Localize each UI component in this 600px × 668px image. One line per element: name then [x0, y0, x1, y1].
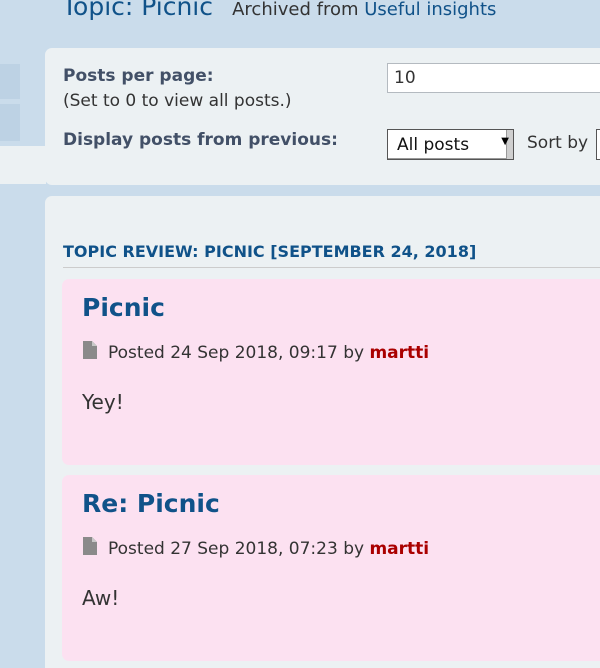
post-meta: Posted 24 Sep 2018, 09:17 by martti — [82, 340, 429, 363]
post: Re: Picnic Posted 27 Sep 2018, 07:23 by … — [62, 475, 600, 661]
archived-from: Archived from Useful insights — [232, 0, 496, 20]
post-body: Yey! — [82, 390, 124, 414]
post-meta: Posted 27 Sep 2018, 07:23 by martti — [82, 536, 429, 559]
display-from-selected-value: All posts — [397, 135, 470, 155]
topic-review-panel: TOPIC REVIEW: PICNIC [SEPTEMBER 24, 2018… — [45, 196, 600, 668]
page: Topic: Picnic Archived from Useful insig… — [0, 0, 600, 668]
posts-per-page-note: (Set to 0 to view all posts.) — [63, 91, 292, 111]
post: Picnic Posted 24 Sep 2018, 09:17 by mart… — [62, 279, 600, 465]
side-tab — [0, 146, 46, 184]
forum-link[interactable]: Useful insights — [364, 0, 496, 20]
post-author[interactable]: martti — [369, 539, 429, 559]
by-text: by — [343, 539, 365, 559]
display-from-label: Display posts from previous: — [63, 130, 338, 150]
posted-prefix: Posted — [108, 343, 165, 363]
posted-prefix: Posted — [108, 539, 165, 559]
posts-per-page-label: Posts per page: — [63, 66, 214, 86]
page-title: Topic: Picnic — [62, 0, 214, 21]
page-header: Topic: Picnic Archived from Useful insig… — [62, 0, 496, 21]
post-body: Aw! — [82, 586, 120, 610]
posts-per-page-input[interactable] — [387, 63, 600, 93]
divider — [63, 267, 600, 268]
display-options-panel: Posts per page: (Set to 0 to view all po… — [45, 48, 600, 185]
post-date: 27 Sep 2018, 07:23 — [170, 539, 338, 559]
document-icon — [82, 340, 98, 360]
post-author[interactable]: martti — [369, 343, 429, 363]
sort-by-label: Sort by — [527, 133, 589, 153]
side-strip — [0, 104, 20, 141]
post-title[interactable]: Picnic — [82, 293, 165, 322]
archived-prefix: Archived from — [232, 0, 359, 20]
chevron-down-icon: ▼ — [501, 136, 509, 147]
post-date: 24 Sep 2018, 09:17 — [170, 343, 338, 363]
document-icon — [82, 536, 98, 556]
side-strip — [0, 64, 20, 99]
sort-by-select[interactable] — [596, 129, 600, 160]
post-title[interactable]: Re: Picnic — [82, 489, 220, 518]
by-text: by — [343, 343, 365, 363]
display-from-select[interactable]: All posts ▼ — [387, 129, 514, 160]
topic-review-heading: TOPIC REVIEW: PICNIC [SEPTEMBER 24, 2018… — [63, 242, 477, 261]
